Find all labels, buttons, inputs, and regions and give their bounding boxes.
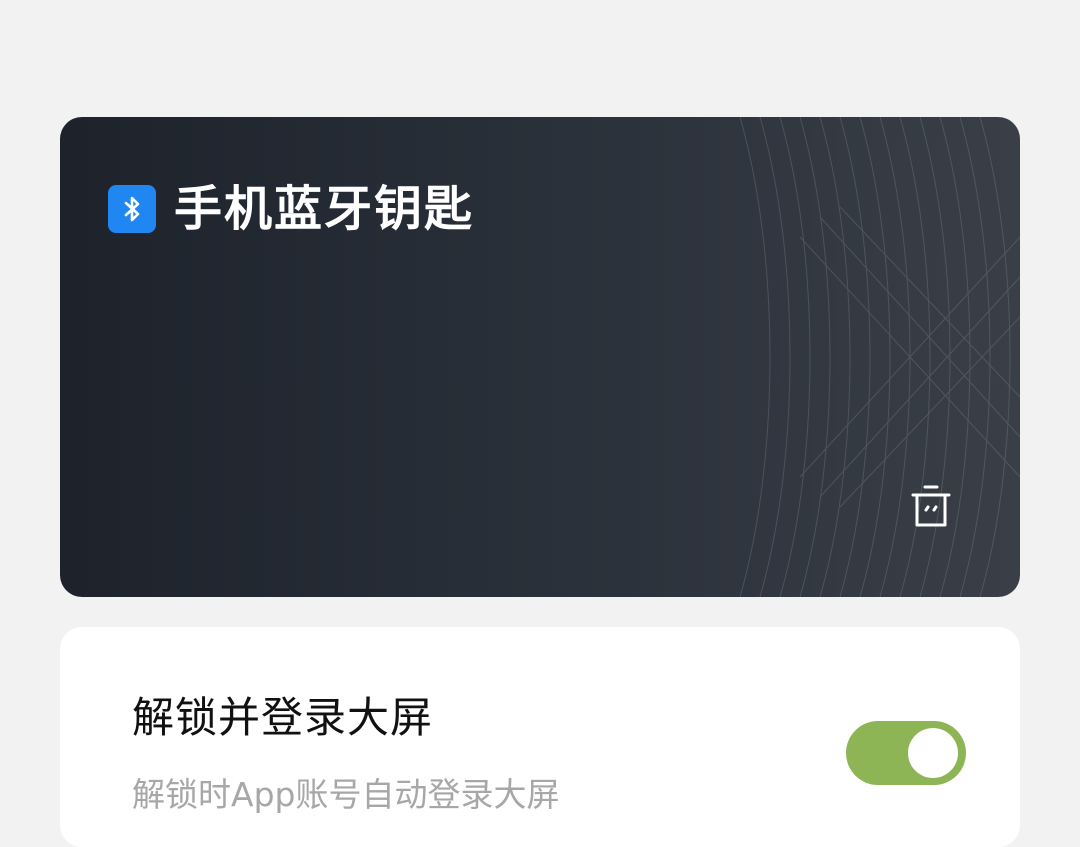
trash-icon xyxy=(911,485,951,527)
delete-key-button[interactable] xyxy=(908,483,954,531)
unlock-login-title: 解锁并登录大屏 xyxy=(132,693,434,742)
phone-bluetooth-key-card: 手机蓝牙钥匙 xyxy=(60,117,1020,597)
bluetooth-icon xyxy=(108,185,156,233)
unlock-login-description: 解锁时App账号自动登录大屏 xyxy=(132,775,560,814)
key-card-header: 手机蓝牙钥匙 xyxy=(108,181,474,237)
settings-card: 解锁并登录大屏 解锁时App账号自动登录大屏 xyxy=(60,627,1020,847)
toggle-knob xyxy=(908,728,958,778)
card-pattern xyxy=(740,117,1020,597)
key-card-title: 手机蓝牙钥匙 xyxy=(174,181,475,237)
unlock-login-toggle[interactable] xyxy=(846,721,966,785)
